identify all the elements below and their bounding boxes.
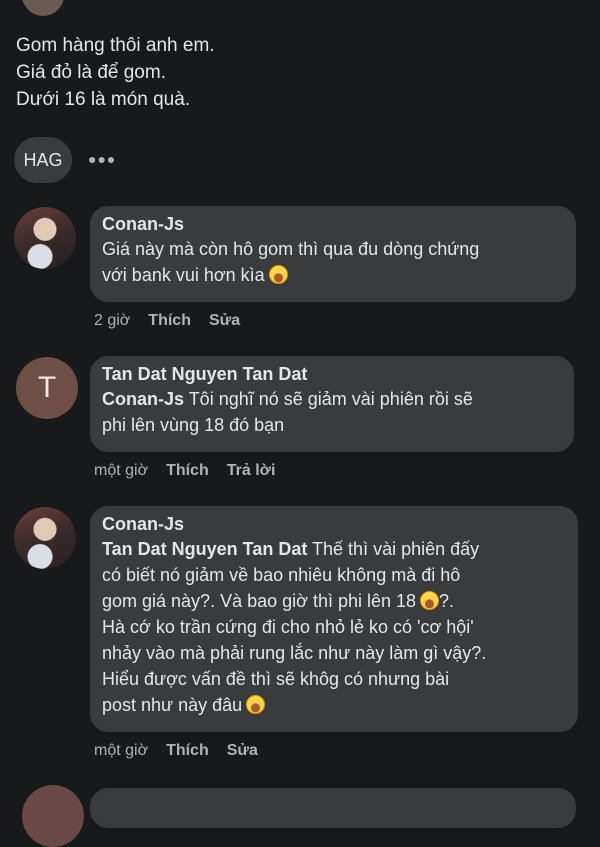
laughing-emoji-icon bbox=[246, 695, 266, 714]
comment-text: Thế thì vài phiên đấy bbox=[307, 539, 480, 559]
post-line: Giá đỏ là để gom. bbox=[16, 62, 166, 83]
comment-line: Conan-Js Tôi nghĩ nó sẽ giảm vài phiên r… bbox=[102, 386, 562, 412]
post-body: Gom hàng thôi anh em. Giá đỏ là để gom. … bbox=[16, 32, 576, 113]
mention-link[interactable]: Conan-Js bbox=[102, 389, 184, 409]
comment-line: phi lên vùng 18 đó bạn bbox=[102, 415, 285, 435]
comment-timestamp[interactable]: một giờ bbox=[94, 462, 148, 479]
comment-timestamp[interactable]: 2 giờ bbox=[94, 312, 130, 329]
avatar[interactable]: T bbox=[16, 357, 78, 419]
comment-text: gom giá này?. Và bao giờ thì phi lên 18 bbox=[102, 591, 417, 611]
reply-button[interactable]: Trả lời bbox=[227, 462, 276, 479]
laughing-emoji-icon bbox=[420, 591, 440, 610]
edit-button[interactable]: Sửa bbox=[209, 312, 240, 329]
comment-bubble: Conan-Js Tan Dat Nguyen Tan Dat Thế thì … bbox=[90, 506, 578, 732]
avatar-initial: T bbox=[37, 371, 57, 404]
avatar[interactable] bbox=[22, 0, 64, 16]
comment-bubble: Conan-Js Giá này mà còn hô gom thì qua đ… bbox=[90, 206, 576, 302]
comment-line: nhảy vào mà phải rung lắc như này làm gì… bbox=[102, 643, 487, 663]
stock-tag-chip[interactable]: HAG bbox=[14, 137, 72, 183]
like-button[interactable]: Thích bbox=[166, 462, 209, 479]
post-line: Dưới 16 là món quà. bbox=[16, 89, 191, 110]
comment-actions: một giờ Thích Sửa bbox=[94, 742, 276, 760]
post-line: Gom hàng thôi anh em. bbox=[16, 35, 215, 56]
comment-actions: một giờ Thích Trả lời bbox=[94, 462, 293, 480]
comment-text: với bank vui hơn kìa bbox=[102, 265, 265, 285]
comment-line: post như này đâu bbox=[102, 692, 566, 718]
comment-line: Hà cớ ko trần cứng đi cho nhỏ lẻ ko có '… bbox=[102, 617, 474, 637]
avatar[interactable] bbox=[14, 507, 76, 569]
comment-author[interactable]: Conan-Js bbox=[102, 512, 566, 536]
comment-text: Tôi nghĩ nó sẽ giảm vài phiên rồi sẽ bbox=[184, 389, 473, 409]
avatar[interactable] bbox=[14, 207, 76, 269]
avatar[interactable] bbox=[22, 785, 84, 847]
comment-author[interactable]: Conan-Js bbox=[102, 212, 564, 236]
comment-text: post như này đâu bbox=[102, 695, 243, 715]
comment-bubble bbox=[90, 788, 576, 828]
like-button[interactable]: Thích bbox=[148, 312, 191, 329]
comment-line: gom giá này?. Và bao giờ thì phi lên 18?… bbox=[102, 588, 566, 614]
comment-line: có biết nó giảm về bao nhiêu không mà đi… bbox=[102, 565, 461, 585]
comment-text: ?. bbox=[439, 591, 455, 611]
edit-button[interactable]: Sửa bbox=[227, 742, 258, 759]
comment-line: với bank vui hơn kìa bbox=[102, 262, 564, 288]
comment-timestamp[interactable]: một giờ bbox=[94, 742, 148, 759]
comment-bubble: Tan Dat Nguyen Tan Dat Conan-Js Tôi nghĩ… bbox=[90, 356, 574, 452]
mention-link[interactable]: Tan Dat Nguyen Tan Dat bbox=[102, 539, 307, 559]
comment-actions: 2 giờ Thích Sửa bbox=[94, 312, 258, 330]
comment-author[interactable]: Tan Dat Nguyen Tan Dat bbox=[102, 362, 562, 386]
like-button[interactable]: Thích bbox=[166, 742, 209, 759]
comment-line: Giá này mà còn hô gom thì qua đu dòng ch… bbox=[102, 239, 480, 259]
laughing-emoji-icon bbox=[268, 265, 288, 284]
comment-line: Tan Dat Nguyen Tan Dat Thế thì vài phiên… bbox=[102, 536, 566, 562]
comment-line: Hiểu được vấn đề thì sẽ khôg có nhưng bà… bbox=[102, 669, 450, 689]
more-horizontal-icon[interactable]: ●●● bbox=[88, 146, 115, 172]
